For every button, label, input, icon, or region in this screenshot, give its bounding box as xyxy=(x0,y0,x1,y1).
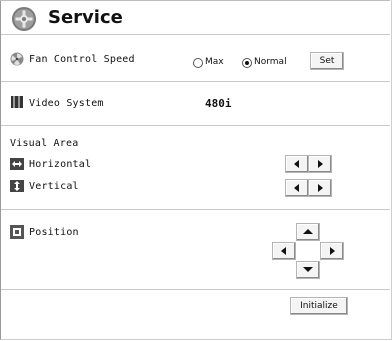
vertical-left-button[interactable] xyxy=(285,179,309,197)
horizontal-stepper xyxy=(285,155,332,173)
horizontal-left-button[interactable] xyxy=(285,155,309,173)
video-system-value: 480i xyxy=(205,97,232,110)
right-arrow-icon xyxy=(330,247,335,255)
right-arrow-icon xyxy=(318,184,323,192)
vertical-label: Vertical xyxy=(29,181,79,192)
left-arrow-icon xyxy=(294,184,299,192)
fan-normal-radio[interactable] xyxy=(242,58,252,68)
position-up-button[interactable] xyxy=(296,223,320,241)
set-button[interactable]: Set xyxy=(310,52,344,70)
title-bar: Service xyxy=(0,0,390,35)
position-right-button[interactable] xyxy=(320,242,344,260)
divider xyxy=(1,34,390,35)
video-system-icon xyxy=(11,96,23,108)
position-left-button[interactable] xyxy=(272,242,296,260)
position-icon xyxy=(10,225,24,239)
fan-control-speed-label: Fan Control Speed xyxy=(29,54,135,65)
right-arrow-icon xyxy=(318,160,323,168)
horizontal-right-button[interactable] xyxy=(308,155,332,173)
fan-normal-label: Normal xyxy=(254,57,287,67)
visual-area-heading: Visual Area xyxy=(10,138,79,149)
divider xyxy=(1,209,390,210)
horizontal-arrows-icon xyxy=(10,158,24,170)
horizontal-label: Horizontal xyxy=(29,159,92,170)
vertical-right-button[interactable] xyxy=(308,179,332,197)
fan-max-label: Max xyxy=(205,57,224,67)
vertical-stepper xyxy=(285,179,332,197)
left-arrow-icon xyxy=(294,160,299,168)
vertical-arrows-icon xyxy=(10,180,24,192)
up-arrow-icon xyxy=(303,229,313,234)
divider xyxy=(1,289,390,290)
position-down-button[interactable] xyxy=(296,261,320,279)
fan-icon xyxy=(10,52,24,66)
fan-max-radio[interactable] xyxy=(193,58,203,68)
page-title: Service xyxy=(48,7,123,28)
down-arrow-icon xyxy=(303,267,313,272)
video-system-label: Video System xyxy=(29,98,104,109)
gear-icon xyxy=(12,7,36,31)
position-label: Position xyxy=(29,227,79,238)
left-arrow-icon xyxy=(281,247,286,255)
divider xyxy=(1,125,390,126)
divider xyxy=(1,81,390,82)
initialize-button[interactable]: Initialize xyxy=(290,297,348,315)
